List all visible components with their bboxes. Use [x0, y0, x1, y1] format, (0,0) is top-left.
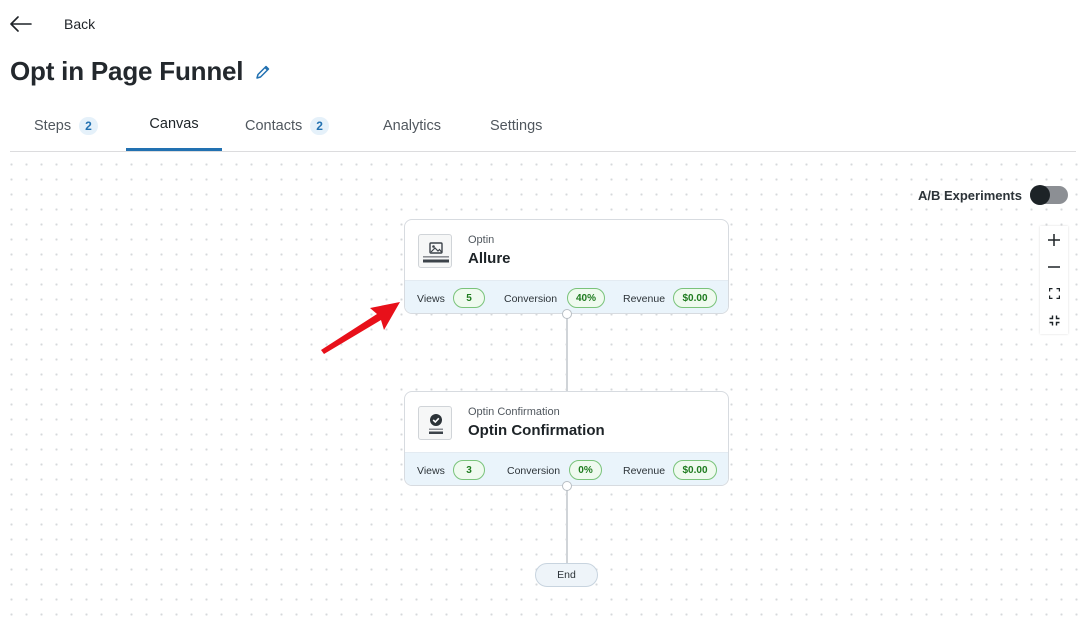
toggle-knob: [1030, 185, 1050, 205]
connector-line: [566, 486, 568, 564]
ab-experiments-toggle[interactable]: [1030, 185, 1068, 205]
annotation-arrow-icon: [321, 302, 400, 354]
revenue-label: Revenue: [623, 465, 666, 477]
tab-label: Steps: [34, 117, 72, 134]
title-row: Opt in Page Funnel: [10, 56, 271, 87]
views-value: 5: [453, 288, 485, 308]
zoom-in-button[interactable]: [1040, 226, 1068, 253]
step-thumbnail: [418, 406, 452, 440]
zoom-out-button[interactable]: [1040, 253, 1068, 280]
conversion-label: Conversion: [507, 465, 561, 477]
zoom-out-icon: [1048, 265, 1060, 268]
views-label: Views: [417, 293, 445, 305]
node-output-handle[interactable]: [562, 481, 572, 491]
revenue-value: $0.00: [673, 288, 717, 308]
node-output-handle[interactable]: [562, 309, 572, 319]
conversion-value: 40%: [567, 288, 605, 308]
conversion-label: Conversion: [504, 293, 558, 305]
arrow-left-icon: [10, 16, 32, 32]
step-type: Optin: [468, 234, 495, 246]
conversion-value: 0%: [569, 460, 602, 480]
tab-canvas[interactable]: Canvas: [126, 100, 222, 151]
step-name: Allure: [468, 250, 511, 267]
tab-label: Analytics: [383, 117, 442, 134]
step-header: Optin Confirmation Optin Confirmation: [405, 392, 728, 452]
tab-count-badge: 2: [79, 116, 98, 135]
zoom-in-icon: [1048, 233, 1060, 246]
tab-analytics[interactable]: Analytics: [383, 100, 441, 151]
tab-label: Contacts: [245, 117, 303, 134]
step-name: Optin Confirmation: [468, 422, 605, 439]
back-button[interactable]: Back: [10, 12, 95, 36]
fit-view-button[interactable]: [1040, 280, 1068, 307]
check-circle-icon: [429, 414, 443, 434]
tab-contacts[interactable]: Contacts 2: [245, 100, 329, 151]
funnel-tabs: Steps 2 Canvas Contacts 2 Analytics Sett…: [10, 100, 1076, 152]
step-header: Optin Allure: [405, 220, 728, 280]
fullscreen-icon: [1049, 315, 1059, 326]
fit-view-icon: [1048, 288, 1060, 299]
ab-experiments-label: A/B Experiments: [917, 187, 1022, 203]
views-value: 3: [453, 460, 485, 480]
back-label: Back: [64, 16, 96, 32]
zoom-controls: [1040, 226, 1068, 334]
tab-label: Settings: [490, 117, 543, 134]
funnel-step-optin[interactable]: Optin Allure Views 5 Conversion 40% Reve…: [404, 219, 729, 314]
tab-count-badge: 2: [310, 116, 329, 135]
page-title: Opt in Page Funnel: [10, 56, 244, 86]
revenue-label: Revenue: [623, 293, 666, 305]
connector-line: [566, 314, 568, 392]
step-type: Optin Confirmation: [468, 406, 560, 418]
revenue-value: $0.00: [673, 460, 717, 480]
tab-label: Canvas: [149, 116, 199, 132]
funnel-step-optin-confirmation[interactable]: Optin Confirmation Optin Confirmation Vi…: [404, 391, 729, 486]
image-icon: [423, 242, 449, 263]
views-label: Views: [417, 465, 445, 477]
pencil-icon[interactable]: [255, 64, 271, 80]
ab-experiments-control: A/B Experiments: [917, 185, 1068, 205]
funnel-end-node: End: [535, 563, 598, 587]
tab-steps[interactable]: Steps 2: [34, 100, 98, 151]
step-thumbnail: [418, 234, 452, 268]
fullscreen-button[interactable]: [1040, 307, 1068, 334]
tab-settings[interactable]: Settings: [490, 100, 542, 151]
